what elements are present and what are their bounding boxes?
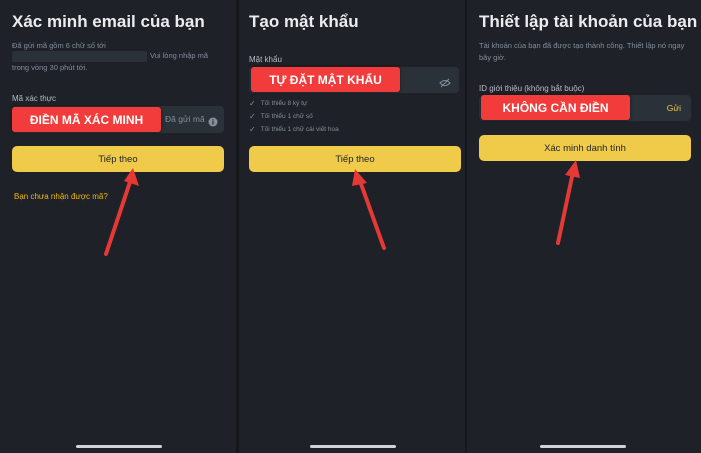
red-arrow-icon [352,169,386,250]
panel-account-setup: Thiết lập tài khoản của bạn Tài khoản củ… [467,0,701,453]
home-indicator [540,445,626,448]
home-indicator [310,445,396,448]
red-arrow-icon [104,168,139,256]
home-indicator [76,445,162,448]
panel-create-password: Tạo mật khẩu Mật khẩu TỰ ĐẶT MẬT KHẨU ✓ T… [239,0,465,453]
panel-verify-email: Xác minh email của bạn Đã gửi mã gồm 6 c… [0,0,236,453]
red-arrow-icon [556,160,580,245]
